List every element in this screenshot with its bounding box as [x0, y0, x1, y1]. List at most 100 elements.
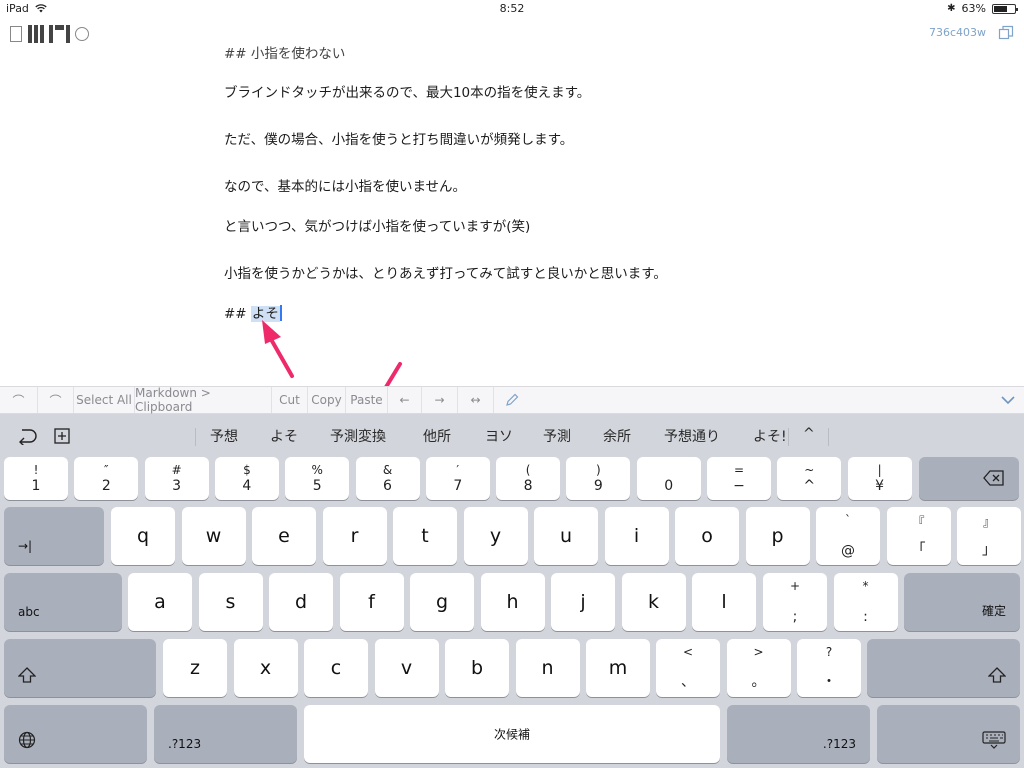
- key-h[interactable]: h: [480, 573, 545, 631]
- markdown-clipboard-button[interactable]: Markdown > Clipboard: [135, 386, 272, 414]
- key-i[interactable]: i: [604, 507, 669, 565]
- paste-button[interactable]: Paste: [346, 387, 388, 413]
- key-symbol[interactable]: ? ・: [797, 639, 861, 697]
- key-label: i: [633, 525, 640, 547]
- markdown-editor[interactable]: ## 小指を使わない ブラインドタッチが出来るので、最大10本の指を使えます。 …: [0, 44, 1024, 384]
- key-symbol[interactable]: *:: [833, 573, 898, 631]
- key-num-3[interactable]: #3: [144, 457, 209, 500]
- key-o[interactable]: o: [675, 507, 739, 565]
- key-num-7[interactable]: ′ 7: [425, 457, 490, 500]
- key-k[interactable]: k: [621, 573, 686, 631]
- key-s[interactable]: s: [198, 573, 263, 631]
- key-f[interactable]: f: [339, 573, 404, 631]
- battery-fill: [994, 5, 1007, 12]
- key-label: 9: [593, 478, 603, 494]
- candidate-item[interactable]: ヨソ: [485, 426, 513, 446]
- info-icon[interactable]: [75, 27, 89, 41]
- key-z[interactable]: z: [163, 639, 227, 697]
- key-num-0[interactable]: 0: [636, 457, 701, 500]
- move-left-button[interactable]: ←: [388, 387, 422, 413]
- key-v[interactable]: v: [374, 639, 439, 697]
- candidate-item[interactable]: 予想: [210, 426, 238, 446]
- key-p[interactable]: p: [745, 507, 810, 565]
- key-symbol[interactable]: <、: [656, 639, 720, 697]
- candidate-item[interactable]: 他所: [423, 426, 451, 446]
- key-g[interactable]: g: [410, 573, 474, 631]
- shift-right-key[interactable]: [867, 639, 1020, 697]
- key-label: abc: [18, 605, 40, 619]
- abc-key[interactable]: abc: [4, 573, 122, 631]
- key-num-^[interactable]: ~ ^: [777, 457, 842, 500]
- key-m[interactable]: m: [586, 639, 650, 697]
- key-num-1[interactable]: ! 1: [4, 457, 68, 500]
- select-all-button[interactable]: Select All: [74, 387, 135, 413]
- editor-heading-line: ## よそ: [224, 302, 282, 322]
- key-a[interactable]: a: [128, 573, 192, 631]
- key-u[interactable]: u: [534, 507, 598, 565]
- commit-hash[interactable]: 736c403w: [929, 26, 986, 39]
- key-b[interactable]: b: [445, 639, 509, 697]
- candidate-item[interactable]: 予測: [543, 426, 571, 446]
- redo-button[interactable]: ⌒: [38, 387, 74, 413]
- move-right-button[interactable]: →: [422, 387, 458, 413]
- key-d[interactable]: d: [269, 573, 333, 631]
- cut-button[interactable]: Cut: [272, 387, 308, 413]
- backspace-key[interactable]: [919, 457, 1019, 500]
- undo-icon[interactable]: [18, 427, 38, 445]
- key-num-−[interactable]: = −: [707, 457, 771, 500]
- key-c[interactable]: c: [304, 639, 368, 697]
- key-l[interactable]: l: [692, 573, 756, 631]
- shift-left-key[interactable]: [4, 639, 156, 697]
- document-icon[interactable]: [10, 26, 22, 42]
- select-range-button[interactable]: ↔: [458, 387, 494, 413]
- key-j[interactable]: j: [551, 573, 615, 631]
- key-num-9[interactable]: ) 9: [566, 457, 631, 500]
- key-x[interactable]: x: [233, 639, 298, 697]
- key-num-6[interactable]: & 6: [355, 457, 420, 500]
- key-y[interactable]: y: [463, 507, 528, 565]
- key-symbol[interactable]: 』」: [957, 507, 1021, 565]
- key-num-5[interactable]: % 5: [285, 457, 350, 500]
- copy-icon[interactable]: [998, 25, 1014, 41]
- key-num-4[interactable]: $4: [214, 457, 279, 500]
- key-num-8[interactable]: (8: [496, 457, 561, 500]
- dismiss-keyboard-key[interactable]: [877, 705, 1020, 763]
- number-mode-key-left[interactable]: .?123: [154, 705, 297, 763]
- number-mode-key-right[interactable]: .?123: [727, 705, 870, 763]
- confirm-key[interactable]: 確定: [904, 573, 1020, 631]
- copy-button[interactable]: Copy: [308, 387, 346, 413]
- candidate-separator: [828, 428, 829, 446]
- key-label: 」: [982, 542, 996, 558]
- add-icon[interactable]: [54, 428, 70, 444]
- key-label: d: [294, 591, 308, 613]
- candidate-item[interactable]: よそ: [270, 426, 298, 446]
- tab-key[interactable]: →|: [4, 507, 104, 565]
- candidate-item[interactable]: 予測変換: [330, 426, 386, 446]
- key-t[interactable]: t: [393, 507, 457, 565]
- heading-prefix: ##: [224, 306, 251, 322]
- key-symbol[interactable]: ` @: [816, 507, 880, 565]
- key-e[interactable]: e: [252, 507, 316, 565]
- pencil-icon[interactable]: [494, 387, 530, 413]
- globe-key[interactable]: [4, 705, 147, 763]
- chevron-down-icon[interactable]: [1000, 393, 1016, 407]
- candidate-item[interactable]: 予想通り: [664, 426, 720, 446]
- key-n[interactable]: n: [515, 639, 580, 697]
- key-q[interactable]: q: [111, 507, 175, 565]
- key-r[interactable]: r: [322, 507, 387, 565]
- candidate-item[interactable]: 余所: [603, 426, 631, 446]
- key-shift-label: ~: [804, 463, 815, 477]
- key-symbol[interactable]: +;: [763, 573, 827, 631]
- space-key[interactable]: 次候補: [304, 705, 720, 763]
- undo-button[interactable]: ⌒: [0, 387, 38, 413]
- key-symbol[interactable]: >。: [726, 639, 791, 697]
- key-w[interactable]: w: [181, 507, 246, 565]
- key-symbol[interactable]: 『「: [886, 507, 951, 565]
- key-label: v: [400, 657, 413, 679]
- candidate-item[interactable]: よそ!: [753, 426, 787, 446]
- candidate-bar: 予想 よそ 予測変換 他所 ヨソ 予測 余所 予想通り よそ! ^: [0, 414, 1024, 458]
- key-num-2[interactable]: ″ 2: [74, 457, 139, 500]
- key-num-¥[interactable]: | ¥: [847, 457, 912, 500]
- candidate-expand-button[interactable]: ^: [803, 426, 815, 442]
- editor-line: ## 小指を使わない: [224, 46, 346, 62]
